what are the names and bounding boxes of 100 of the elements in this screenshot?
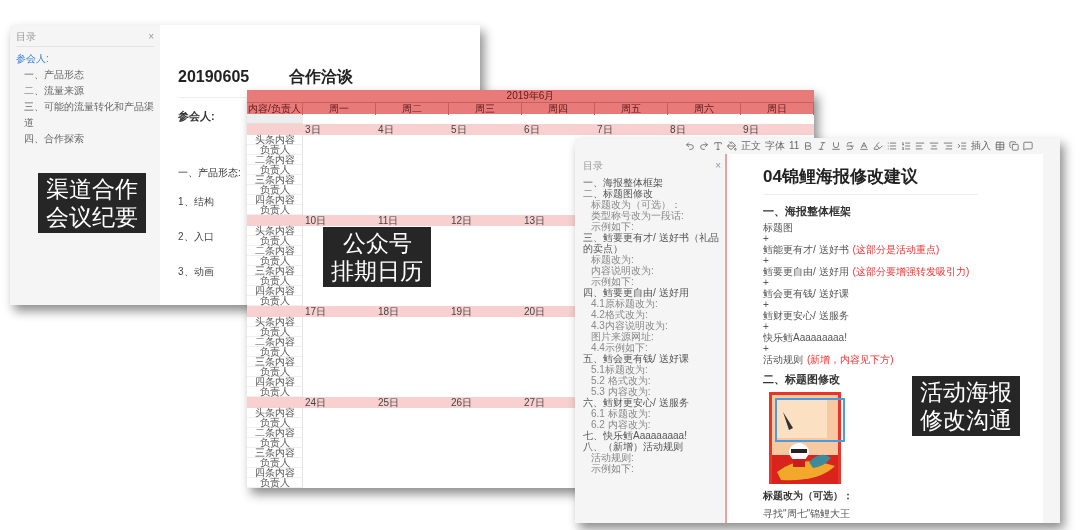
italic-icon[interactable] (817, 141, 828, 151)
font-color-icon[interactable] (859, 141, 870, 151)
row-label: 负责人 (247, 185, 302, 195)
date-label: 3日 (305, 124, 321, 135)
close-button[interactable]: × (148, 31, 154, 42)
redo-icon[interactable] (699, 141, 709, 151)
body-text: + (763, 321, 769, 332)
outline-subitem[interactable]: 示例如下: (583, 463, 721, 474)
selection-frame[interactable] (775, 397, 845, 442)
list-item: 2、入口 (178, 229, 214, 244)
date-label: 5日 (451, 124, 467, 135)
outline-item[interactable]: 三、鳕要更有才/ 送好书（礼品的卖点） (583, 232, 721, 254)
row-label: 二条内容 (247, 337, 302, 347)
font-dropdown[interactable]: 字体 (765, 141, 785, 151)
calendar-header: 2019年6月 (247, 90, 814, 102)
row-label: 二条内容 (247, 428, 302, 438)
section-heading: 一、产品形态: (178, 165, 241, 180)
date-label: 19日 (451, 306, 473, 317)
body-text: 标题图 (763, 222, 793, 233)
outline-subitem[interactable]: 5.2 格式改为: (583, 375, 721, 386)
bullet-list-icon[interactable] (887, 141, 898, 151)
outline-item[interactable]: 五、鳕会更有钱/ 送好课 (583, 353, 721, 364)
outline-subitem[interactable]: 4.3内容说明改为: (583, 320, 721, 331)
date-label: 6日 (524, 124, 540, 135)
text-format-icon[interactable] (713, 141, 723, 151)
outline-item[interactable]: 七、快乐鳕Aaaaaaaaa! (583, 430, 721, 441)
date-label: 17日 (305, 306, 327, 317)
date-label: 25日 (378, 397, 400, 408)
outline-item[interactable]: 六、鳕财更安心/ 送服务 (583, 397, 721, 408)
date-label: 27日 (524, 397, 546, 408)
comment-icon[interactable] (1023, 141, 1034, 151)
outline-title: 目录 (583, 159, 603, 173)
row-label: 头条内容 (247, 408, 302, 418)
date-label: 11日 (378, 215, 399, 226)
indent-icon[interactable] (957, 141, 968, 151)
copy-icon[interactable] (1009, 141, 1020, 151)
numbered-list-icon[interactable] (901, 141, 912, 151)
align-left-icon[interactable] (915, 141, 926, 151)
outline-subitem[interactable]: 示例如下: (583, 221, 721, 232)
outline-subitem[interactable]: 5.1标题改为: (583, 364, 721, 375)
highlighter-icon[interactable] (873, 141, 884, 151)
outline-item[interactable]: 四、合作探索 (16, 131, 154, 147)
body-text: + (763, 277, 769, 288)
outline-item[interactable]: 三、可能的流量转化和产品渠道 (16, 99, 154, 131)
outline-item[interactable]: 八、（新增）活动规则 (583, 441, 721, 452)
bold-icon[interactable] (803, 141, 814, 151)
outline-subitem[interactable]: 图片来源网址: (583, 331, 721, 342)
strikethrough-icon[interactable] (845, 141, 856, 151)
size-dropdown[interactable]: 11 (789, 141, 800, 151)
date-label: 20日 (524, 306, 546, 317)
outline-subitem[interactable]: 5.3 内容改为: (583, 386, 721, 397)
date-label: 10日 (305, 215, 327, 226)
subheading: 标题改为（可选）： (763, 488, 853, 503)
outline-subitem[interactable]: 示例如下: (583, 276, 721, 287)
body-text: 鳕能更有才/ 送好书 (763, 244, 849, 255)
paint-bucket-icon[interactable] (727, 141, 737, 151)
insert-dropdown[interactable]: 插入 (971, 141, 992, 151)
column-heading: 周一 (329, 103, 349, 115)
outline-subitem[interactable]: 6.1 标题改为: (583, 408, 721, 419)
outline-item[interactable]: 二、流量来源 (16, 83, 154, 99)
outline-subitem[interactable]: 4.2格式改为: (583, 309, 721, 320)
outline-subitem[interactable]: 6.2 内容改为: (583, 419, 721, 430)
date-label: 12日 (451, 215, 473, 226)
outline-item[interactable]: 参会人: (16, 51, 154, 67)
align-center-icon[interactable] (929, 141, 940, 151)
body-text: + (763, 255, 769, 266)
row-label: 二条内容 (247, 155, 302, 165)
table-icon[interactable] (995, 141, 1006, 151)
row-label: 四条内容 (247, 468, 302, 478)
body-text: 活动规则 (763, 354, 803, 365)
outline-subitem[interactable]: 4.4示例如下: (583, 342, 721, 353)
outline-subitem[interactable]: 类型称号改为一段话: (583, 210, 721, 221)
align-right-icon[interactable] (943, 141, 954, 151)
row-label: 三条内容 (247, 448, 302, 458)
row-label: 三条内容 (247, 266, 302, 276)
undo-icon[interactable] (685, 141, 695, 151)
style-dropdown[interactable]: 正文 (741, 141, 761, 151)
outline-subitem[interactable]: 标题改为: (583, 254, 721, 265)
row-label: 四条内容 (247, 377, 302, 387)
date-label: 9日 (743, 124, 759, 135)
outline-item[interactable]: 一、产品形态 (16, 67, 154, 83)
date-label: 24日 (305, 397, 327, 408)
date-label: 4日 (378, 124, 394, 135)
outline-subitem[interactable]: 活动规则: (583, 452, 721, 463)
document-date: 20190605 (178, 67, 250, 87)
column-heading: 周六 (694, 103, 714, 115)
outline-subitem[interactable]: 标题改为（可选）： (583, 199, 721, 210)
body-text: + (763, 233, 769, 244)
date-label: 26日 (451, 397, 473, 408)
row-label: 头条内容 (247, 135, 302, 145)
close-button[interactable]: × (715, 160, 721, 171)
underline-icon[interactable] (831, 141, 842, 151)
outline-item[interactable]: 一、海报整体框架 (583, 177, 721, 188)
body-text: 寻找"周七"锦鲤大王 (763, 506, 851, 521)
column-heading: 周四 (548, 103, 568, 115)
outline-item[interactable]: 四、鳕要更自由/ 送好用 (583, 287, 721, 298)
outline-item[interactable]: 二、标题图修改 (583, 188, 721, 199)
outline-subitem[interactable]: 内容说明改为: (583, 265, 721, 276)
row-label: 四条内容 (247, 195, 302, 205)
outline-subitem[interactable]: 4.1原标题改为: (583, 298, 721, 309)
